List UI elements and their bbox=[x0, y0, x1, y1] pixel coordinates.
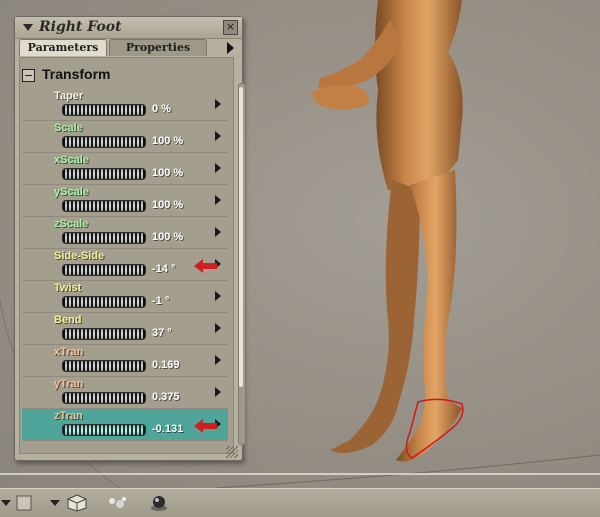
param-value[interactable]: 0.375 bbox=[152, 391, 180, 403]
minus-box-icon[interactable] bbox=[22, 69, 35, 82]
param-value[interactable]: 100 % bbox=[152, 199, 183, 211]
figure-hands bbox=[312, 84, 369, 110]
param-row[interactable]: xScale 100 % bbox=[22, 153, 228, 185]
param-dial[interactable] bbox=[62, 328, 146, 340]
red-arrow-icon bbox=[194, 419, 217, 433]
param-row[interactable]: yTran 0.375 bbox=[22, 377, 228, 409]
tab-properties[interactable]: Properties bbox=[109, 39, 207, 56]
triangle-right-icon[interactable] bbox=[215, 355, 221, 365]
param-label: Scale bbox=[54, 122, 83, 134]
param-label: yTran bbox=[54, 378, 84, 390]
param-value[interactable]: 100 % bbox=[152, 167, 183, 179]
param-label: zTran bbox=[54, 410, 83, 422]
panel-titlebar[interactable]: Right Foot × bbox=[15, 17, 242, 39]
close-icon[interactable]: × bbox=[223, 20, 238, 35]
section-header[interactable]: Transform bbox=[22, 65, 222, 85]
parameters-panel: Right Foot × Parameters Properties Trans… bbox=[14, 16, 246, 461]
param-dial[interactable] bbox=[62, 104, 146, 116]
param-label: Side-Side bbox=[54, 250, 105, 262]
triangle-right-icon[interactable] bbox=[215, 99, 221, 109]
scrollbar[interactable] bbox=[238, 83, 246, 445]
param-row[interactable]: Side-Side -14 ° bbox=[22, 249, 228, 281]
param-dial[interactable] bbox=[62, 424, 146, 436]
sphere-icon[interactable] bbox=[148, 494, 170, 512]
param-row[interactable]: zTran -0.131 bbox=[22, 409, 228, 441]
param-value[interactable]: 100 % bbox=[152, 231, 183, 243]
triangle-right-icon[interactable] bbox=[227, 42, 234, 54]
triangle-down-icon[interactable] bbox=[23, 24, 33, 31]
triangle-right-icon[interactable] bbox=[215, 195, 221, 205]
dots-icon[interactable] bbox=[106, 494, 128, 512]
param-label: xScale bbox=[54, 154, 89, 166]
triangle-right-icon[interactable] bbox=[215, 227, 221, 237]
red-arrow-icon bbox=[194, 259, 217, 273]
param-dial[interactable] bbox=[62, 168, 146, 180]
panel-tabs: Parameters Properties bbox=[15, 38, 242, 56]
param-dial[interactable] bbox=[62, 200, 146, 212]
section-label: Transform bbox=[42, 66, 111, 82]
dropdown-icon[interactable] bbox=[48, 494, 62, 512]
param-label: Bend bbox=[54, 314, 82, 326]
figure-leg-back bbox=[330, 180, 420, 454]
param-label: xTran bbox=[54, 346, 84, 358]
param-value[interactable]: 0.169 bbox=[152, 359, 180, 371]
param-value[interactable]: -14 ° bbox=[152, 263, 175, 275]
cube-icon[interactable] bbox=[66, 494, 88, 512]
triangle-right-icon[interactable] bbox=[215, 291, 221, 301]
param-row[interactable]: Taper 0 % bbox=[22, 89, 228, 121]
triangle-right-icon[interactable] bbox=[215, 163, 221, 173]
param-row[interactable]: zScale 100 % bbox=[22, 217, 228, 249]
param-row[interactable]: xTran 0.169 bbox=[22, 345, 228, 377]
param-dial[interactable] bbox=[62, 392, 146, 404]
param-dial[interactable] bbox=[62, 232, 146, 244]
param-row[interactable]: yScale 100 % bbox=[22, 185, 228, 217]
triangle-right-icon[interactable] bbox=[215, 131, 221, 141]
param-value[interactable]: -1 ° bbox=[152, 295, 169, 307]
bottom-toolbar bbox=[0, 488, 600, 517]
param-value[interactable]: 0 % bbox=[152, 103, 171, 115]
param-label: Taper bbox=[54, 90, 84, 102]
param-value[interactable]: 37 ° bbox=[152, 327, 172, 339]
param-row[interactable]: Scale 100 % bbox=[22, 121, 228, 153]
param-label: Twist bbox=[54, 282, 82, 294]
param-dial[interactable] bbox=[62, 136, 146, 148]
triangle-right-icon[interactable] bbox=[215, 387, 221, 397]
parameters-list: Transform Taper 0 % Scale 100 % xScale 100 % y… bbox=[19, 57, 234, 454]
param-value[interactable]: -0.131 bbox=[152, 423, 183, 435]
triangle-right-icon[interactable] bbox=[215, 323, 221, 333]
param-dial[interactable] bbox=[62, 360, 146, 372]
box-icon[interactable] bbox=[14, 494, 34, 512]
scroll-thumb[interactable] bbox=[239, 87, 243, 387]
resize-grip[interactable] bbox=[226, 446, 238, 458]
param-label: yScale bbox=[54, 186, 89, 198]
param-row[interactable]: Bend 37 ° bbox=[22, 313, 228, 345]
param-label: zScale bbox=[54, 218, 89, 230]
tab-parameters[interactable]: Parameters bbox=[19, 39, 107, 56]
panel-title: Right Foot bbox=[39, 19, 122, 35]
dropdown-icon[interactable] bbox=[0, 494, 12, 512]
param-dial[interactable] bbox=[62, 264, 146, 276]
param-value[interactable]: 100 % bbox=[152, 135, 183, 147]
param-dial[interactable] bbox=[62, 296, 146, 308]
param-row[interactable]: Twist -1 ° bbox=[22, 281, 228, 313]
